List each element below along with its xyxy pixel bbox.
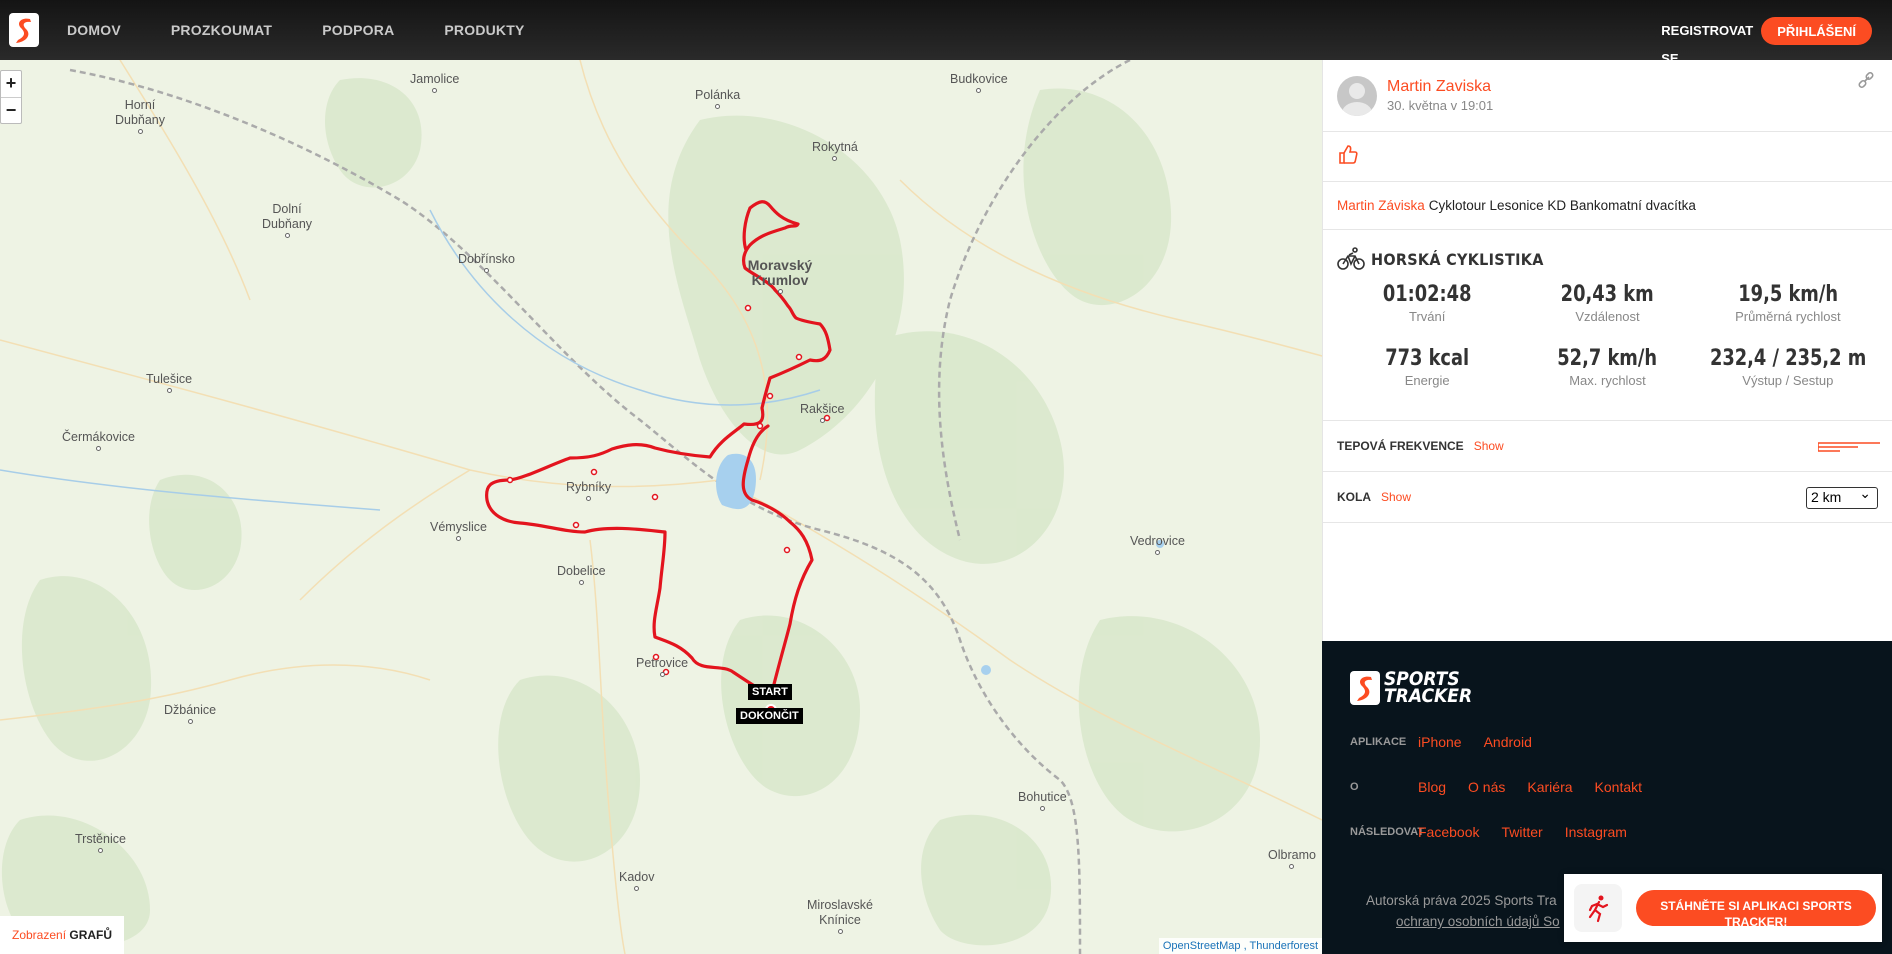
heart-rate-title: TEPOVÁ FREKVENCE: [1337, 439, 1464, 453]
place-label: Rybníky: [566, 480, 611, 501]
copyright: Autorská práva 2025 Sports Tra ochrany o…: [1366, 893, 1560, 929]
place-label: Trstěnice: [75, 832, 126, 853]
avatar[interactable]: [1337, 75, 1377, 116]
route-map[interactable]: + − Jamolice Polánka Budkovice Horní Dub…: [0, 60, 1322, 954]
laps-title: KOLA: [1337, 490, 1371, 504]
nav-domov[interactable]: DOMOV: [67, 22, 121, 38]
stats-grid: 01:02:48 Trvání 20,43 km Vzdálenost 19,5 k…: [1337, 282, 1878, 410]
mountain-bike-icon: [1337, 247, 1365, 270]
footer-careers-link[interactable]: Kariéra: [1527, 779, 1572, 795]
login-button[interactable]: PŘIHLÁŠENÍ: [1761, 17, 1872, 45]
footer-follow-row: NÁSLEDOVAT Facebook Twitter Instagram: [1350, 824, 1627, 840]
place-label: Kadov: [619, 870, 654, 891]
sports-tracker-logo[interactable]: [9, 13, 39, 47]
lap-distance-select[interactable]: 2 km: [1806, 485, 1878, 509]
workout-panel: Martin Zaviska 30. května v 19:01 Martin…: [1322, 60, 1892, 641]
footer-about-link[interactable]: O nás: [1468, 779, 1505, 795]
footer-iphone-link[interactable]: iPhone: [1418, 734, 1462, 750]
top-navigation-bar: DOMOV PROZKOUMAT PODPORA PRODUKTY REGIST…: [0, 0, 1892, 66]
share-link-icon[interactable]: [1858, 71, 1874, 93]
place-label: Jamolice: [410, 72, 459, 93]
nav-produkty[interactable]: PRODUKTY: [444, 22, 524, 38]
footer-android-link[interactable]: Android: [1484, 734, 1532, 750]
footer-blog-link[interactable]: Blog: [1418, 779, 1446, 795]
place-label: Dobřínsko: [458, 252, 515, 273]
download-app-button[interactable]: STÁHNĚTE SI APLIKACI SPORTS TRACKER!: [1636, 890, 1876, 926]
map-attribution: OpenStreetMap , Thunderforest: [1158, 938, 1322, 954]
workout-date: 30. května v 19:01: [1387, 98, 1494, 113]
attribution-osm-link[interactable]: OpenStreetMap: [1163, 940, 1241, 952]
footer-about-row: O Blog O nás Kariéra Kontakt: [1350, 779, 1643, 795]
place-label: Rokytná: [812, 140, 858, 161]
finish-marker[interactable]: DOKONČIT: [736, 708, 803, 724]
place-label: Miroslavské Knínice: [800, 898, 880, 934]
place-label: Budkovice: [950, 72, 1008, 93]
nav-podpora[interactable]: PODPORA: [322, 22, 394, 38]
heart-rate-show-link[interactable]: Show: [1474, 439, 1504, 453]
privacy-link[interactable]: ochrany osobních údajů So: [1396, 914, 1560, 929]
place-label: Tulešice: [146, 372, 192, 393]
stat-distance: 20,43 km Vzdálenost: [1561, 282, 1654, 324]
activity-summary: HORSKÁ CYKLISTIKA 01:02:48 Trvání 20,43 k…: [1323, 230, 1892, 421]
show-graphs-toggle[interactable]: Zobrazení GRAFŮ: [0, 916, 125, 954]
workout-description: Martin Záviska Cyklotour Lesonice KD Ban…: [1323, 182, 1892, 230]
place-label: Vedrovice: [1130, 534, 1185, 555]
footer-apps-row: APLIKACE iPhone Android: [1350, 734, 1532, 750]
nav-prozkoumat[interactable]: PROZKOUMAT: [171, 22, 272, 38]
start-marker[interactable]: START: [748, 684, 792, 700]
stat-duration: 01:02:48 Trvání: [1382, 282, 1472, 324]
stat-max-speed: 52,7 km/h Max. rychlost: [1557, 346, 1658, 388]
zoom-controls: + −: [0, 70, 22, 124]
footer-twitter-link[interactable]: Twitter: [1501, 824, 1542, 840]
stat-avg-speed: 19,5 km/h Průměrná rychlost: [1735, 282, 1841, 324]
heart-rate-row: TEPOVÁ FREKVENCE Show: [1323, 421, 1892, 472]
register-link[interactable]: REGISTROVAT SE: [1661, 17, 1753, 66]
footer-instagram-link[interactable]: Instagram: [1565, 824, 1627, 840]
map-tiles: [0, 60, 1322, 954]
footer-facebook-link[interactable]: Facebook: [1418, 824, 1479, 840]
runner-icon: [1574, 884, 1622, 932]
description-author-link[interactable]: Martin Záviska: [1337, 198, 1425, 213]
place-label: Rakšice: [800, 402, 844, 423]
footer-brand[interactable]: SPORTS TRACKER: [1350, 670, 1472, 706]
like-icon[interactable]: [1337, 143, 1359, 171]
zoom-out-button[interactable]: −: [1, 97, 21, 123]
stat-ascent-descent: 232,4 / 235,2 m Výstup / Sestup: [1709, 346, 1867, 388]
description-text: Cyklotour Lesonice KD Bankomatní dvacítk…: [1428, 198, 1696, 213]
place-label: Bohutice: [1018, 790, 1067, 811]
activity-type: HORSKÁ CYKLISTIKA: [1371, 249, 1544, 269]
place-label: Vémyslice: [430, 520, 487, 541]
place-label: Petrovice: [636, 656, 688, 677]
place-label: Čermákovice: [62, 430, 135, 451]
place-label: Dolní Dubňany: [262, 202, 312, 238]
download-app-banner: STÁHNĚTE SI APLIKACI SPORTS TRACKER!: [1564, 874, 1882, 942]
heart-rate-sparkline: [1818, 442, 1880, 452]
place-label: Olbramo: [1268, 848, 1316, 869]
author-header: Martin Zaviska 30. května v 19:01: [1323, 60, 1892, 132]
sports-tracker-logo: [1350, 671, 1380, 705]
laps-show-link[interactable]: Show: [1381, 490, 1411, 504]
zoom-in-button[interactable]: +: [1, 71, 21, 97]
author-name-link[interactable]: Martin Zaviska: [1387, 78, 1493, 96]
place-label: Horní Dubňany: [112, 98, 168, 134]
footer-contact-link[interactable]: Kontakt: [1595, 779, 1642, 795]
place-label: Džbánice: [164, 703, 216, 724]
place-label: Dobelice: [557, 564, 606, 585]
account-actions: REGISTROVAT SE PŘIHLÁŠENÍ: [1661, 17, 1872, 66]
place-label: Polánka: [695, 88, 740, 109]
place-label: Moravský Krumlov: [740, 258, 820, 294]
like-section: [1323, 132, 1892, 182]
laps-row: KOLA Show 2 km: [1323, 472, 1892, 523]
main-nav: DOMOV PROZKOUMAT PODPORA PRODUKTY: [67, 22, 575, 38]
attribution-thunderforest-link[interactable]: Thunderforest: [1250, 940, 1318, 952]
stat-energy: 773 kcal Energie: [1385, 346, 1470, 388]
